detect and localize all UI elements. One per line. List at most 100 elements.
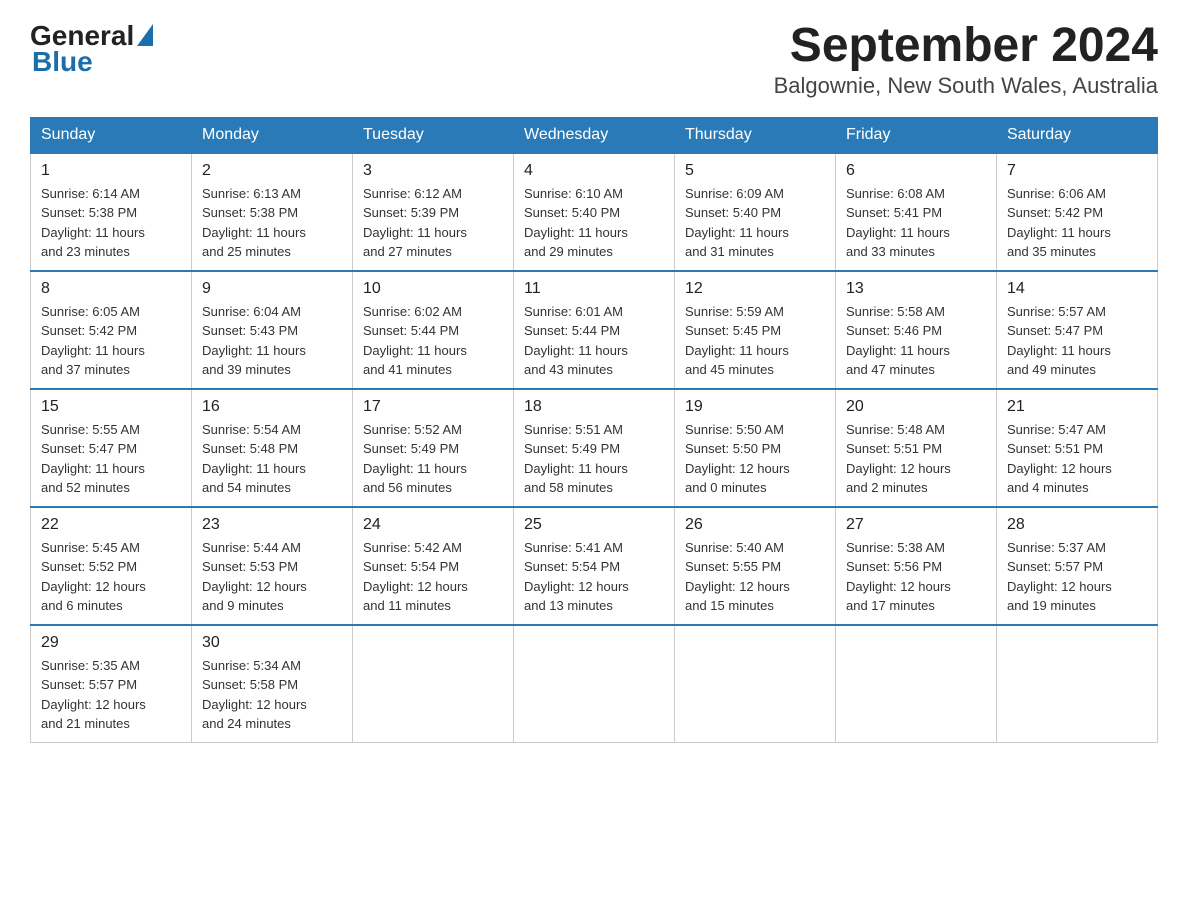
day-number: 12 [685,280,825,298]
day-info: Sunrise: 5:58 AMSunset: 5:46 PMDaylight:… [846,302,986,380]
calendar-day-cell: 27 Sunrise: 5:38 AMSunset: 5:56 PMDayligh… [836,507,997,625]
calendar-day-cell: 7 Sunrise: 6:06 AMSunset: 5:42 PMDaylight… [997,153,1158,271]
calendar-day-cell: 6 Sunrise: 6:08 AMSunset: 5:41 PMDaylight… [836,153,997,271]
day-info: Sunrise: 5:48 AMSunset: 5:51 PMDaylight:… [846,420,986,498]
day-number: 9 [202,280,342,298]
calendar-day-header: Wednesday [514,117,675,153]
calendar-day-cell: 18Sunrise: 5:51 AMSunset: 5:49 PMDayligh… [514,389,675,507]
day-info: Sunrise: 5:47 AMSunset: 5:51 PMDaylight:… [1007,420,1147,498]
calendar-day-cell: 25Sunrise: 5:41 AMSunset: 5:54 PMDayligh… [514,507,675,625]
day-info: Sunrise: 5:44 AMSunset: 5:53 PMDaylight:… [202,538,342,616]
day-info: Sunrise: 5:38 AMSunset: 5:56 PMDaylight:… [846,538,986,616]
day-info: Sunrise: 6:06 AMSunset: 5:42 PMDaylight:… [1007,184,1147,262]
calendar-day-cell: 11Sunrise: 6:01 AMSunset: 5:44 PMDayligh… [514,271,675,389]
calendar-day-cell: 30Sunrise: 5:34 AMSunset: 5:58 PMDayligh… [192,625,353,743]
calendar-day-cell: 3 Sunrise: 6:12 AMSunset: 5:39 PMDaylight… [353,153,514,271]
day-info: Sunrise: 5:59 AMSunset: 5:45 PMDaylight:… [685,302,825,380]
calendar-day-cell: 10 Sunrise: 6:02 AMSunset: 5:44 PMDayligh… [353,271,514,389]
day-number: 7 [1007,162,1147,180]
calendar-day-cell: 14 Sunrise: 5:57 AMSunset: 5:47 PMDayligh… [997,271,1158,389]
calendar-day-cell: 20 Sunrise: 5:48 AMSunset: 5:51 PMDayligh… [836,389,997,507]
day-info: Sunrise: 6:05 AMSunset: 5:42 PMDaylight:… [41,302,181,380]
calendar-day-cell: 2 Sunrise: 6:13 AMSunset: 5:38 PMDaylight… [192,153,353,271]
day-number: 20 [846,398,986,416]
calendar-day-cell [836,625,997,743]
calendar-day-cell: 26 Sunrise: 5:40 AMSunset: 5:55 PMDayligh… [675,507,836,625]
day-info: Sunrise: 6:13 AMSunset: 5:38 PMDaylight:… [202,184,342,262]
day-info: Sunrise: 5:55 AMSunset: 5:47 PMDaylight:… [41,420,181,498]
day-info: Sunrise: 5:52 AMSunset: 5:49 PMDaylight:… [363,420,503,498]
logo-blue-text: Blue [32,46,93,77]
day-number: 23 [202,516,342,534]
calendar-week-row: 8 Sunrise: 6:05 AMSunset: 5:42 PMDaylight… [31,271,1158,389]
day-number: 16 [202,398,342,416]
day-number: 29 [41,634,181,652]
day-number: 5 [685,162,825,180]
day-number: 17 [363,398,503,416]
day-number: 13 [846,280,986,298]
day-number: 4 [524,162,664,180]
day-info: Sunrise: 5:57 AMSunset: 5:47 PMDaylight:… [1007,302,1147,380]
day-info: Sunrise: 5:37 AMSunset: 5:57 PMDaylight:… [1007,538,1147,616]
calendar-day-header: Monday [192,117,353,153]
calendar-day-cell [675,625,836,743]
day-number: 25 [524,516,664,534]
calendar-day-header: Friday [836,117,997,153]
day-info: Sunrise: 5:34 AMSunset: 5:58 PMDaylight:… [202,656,342,734]
calendar-day-cell: 16 Sunrise: 5:54 AMSunset: 5:48 PMDayligh… [192,389,353,507]
page-subtitle: Balgownie, New South Wales, Australia [774,73,1158,99]
calendar-day-cell: 28 Sunrise: 5:37 AMSunset: 5:57 PMDayligh… [997,507,1158,625]
day-number: 22 [41,516,181,534]
logo: General Blue [30,20,153,78]
day-info: Sunrise: 6:02 AMSunset: 5:44 PMDaylight:… [363,302,503,380]
calendar-table: SundayMondayTuesdayWednesdayThursdayFrid… [30,117,1158,743]
day-info: Sunrise: 5:54 AMSunset: 5:48 PMDaylight:… [202,420,342,498]
day-info: Sunrise: 6:10 AMSunset: 5:40 PMDaylight:… [524,184,664,262]
calendar-day-header: Saturday [997,117,1158,153]
day-number: 27 [846,516,986,534]
day-info: Sunrise: 6:04 AMSunset: 5:43 PMDaylight:… [202,302,342,380]
day-number: 8 [41,280,181,298]
calendar-week-row: 29 Sunrise: 5:35 AMSunset: 5:57 PMDayligh… [31,625,1158,743]
day-number: 24 [363,516,503,534]
calendar-day-cell: 17 Sunrise: 5:52 AMSunset: 5:49 PMDayligh… [353,389,514,507]
calendar-day-header: Thursday [675,117,836,153]
day-info: Sunrise: 6:12 AMSunset: 5:39 PMDaylight:… [363,184,503,262]
day-info: Sunrise: 5:42 AMSunset: 5:54 PMDaylight:… [363,538,503,616]
day-info: Sunrise: 5:50 AMSunset: 5:50 PMDaylight:… [685,420,825,498]
day-number: 2 [202,162,342,180]
day-number: 6 [846,162,986,180]
day-number: 3 [363,162,503,180]
calendar-day-cell: 24 Sunrise: 5:42 AMSunset: 5:54 PMDayligh… [353,507,514,625]
day-number: 21 [1007,398,1147,416]
calendar-day-cell: 4 Sunrise: 6:10 AMSunset: 5:40 PMDaylight… [514,153,675,271]
day-number: 10 [363,280,503,298]
day-number: 28 [1007,516,1147,534]
logo-triangle-icon [137,24,153,46]
day-info: Sunrise: 6:08 AMSunset: 5:41 PMDaylight:… [846,184,986,262]
day-info: Sunrise: 5:40 AMSunset: 5:55 PMDaylight:… [685,538,825,616]
calendar-day-cell: 21 Sunrise: 5:47 AMSunset: 5:51 PMDayligh… [997,389,1158,507]
calendar-day-cell: 23 Sunrise: 5:44 AMSunset: 5:53 PMDayligh… [192,507,353,625]
calendar-day-cell: 12 Sunrise: 5:59 AMSunset: 5:45 PMDayligh… [675,271,836,389]
calendar-day-cell: 15 Sunrise: 5:55 AMSunset: 5:47 PMDayligh… [31,389,192,507]
calendar-day-cell: 5 Sunrise: 6:09 AMSunset: 5:40 PMDaylight… [675,153,836,271]
calendar-day-cell: 8 Sunrise: 6:05 AMSunset: 5:42 PMDaylight… [31,271,192,389]
page-title: September 2024 [774,20,1158,73]
day-number: 26 [685,516,825,534]
day-number: 15 [41,398,181,416]
calendar-day-header: Sunday [31,117,192,153]
day-info: Sunrise: 5:35 AMSunset: 5:57 PMDaylight:… [41,656,181,734]
calendar-day-cell: 22 Sunrise: 5:45 AMSunset: 5:52 PMDayligh… [31,507,192,625]
calendar-week-row: 22 Sunrise: 5:45 AMSunset: 5:52 PMDayligh… [31,507,1158,625]
calendar-week-row: 1Sunrise: 6:14 AMSunset: 5:38 PMDaylight… [31,153,1158,271]
day-info: Sunrise: 5:51 AMSunset: 5:49 PMDaylight:… [524,420,664,498]
calendar-day-header: Tuesday [353,117,514,153]
calendar-day-cell [997,625,1158,743]
day-info: Sunrise: 6:09 AMSunset: 5:40 PMDaylight:… [685,184,825,262]
calendar-week-row: 15 Sunrise: 5:55 AMSunset: 5:47 PMDayligh… [31,389,1158,507]
day-info: Sunrise: 6:01 AMSunset: 5:44 PMDaylight:… [524,302,664,380]
day-number: 14 [1007,280,1147,298]
calendar-day-cell [353,625,514,743]
day-info: Sunrise: 5:45 AMSunset: 5:52 PMDaylight:… [41,538,181,616]
